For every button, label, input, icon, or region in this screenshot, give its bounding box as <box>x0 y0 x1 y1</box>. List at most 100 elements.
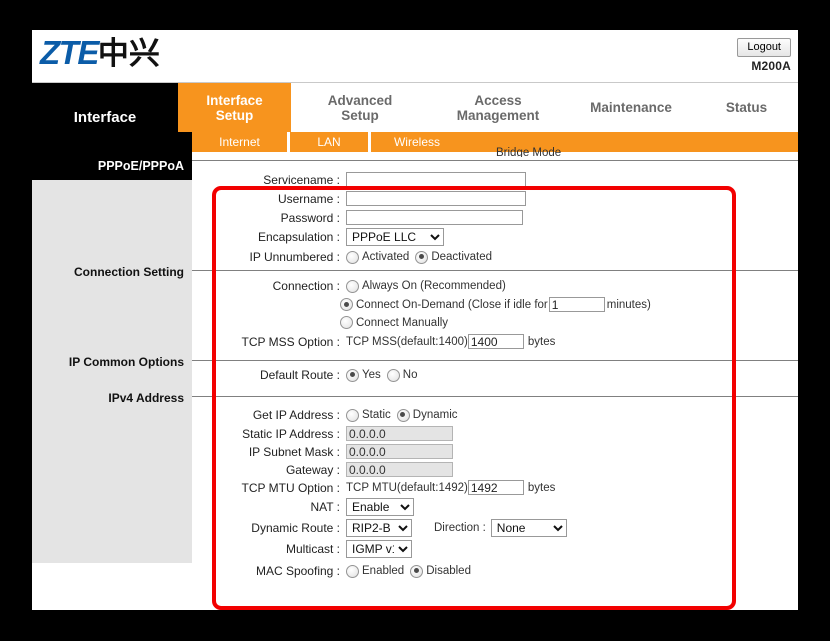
radio-icon[interactable] <box>415 250 429 264</box>
field-row-ip-unnumbered: IP Unnumbered : Activated Deactivated <box>192 250 498 264</box>
idle-timeout-input[interactable] <box>548 297 605 312</box>
tab-interface-setup-line2: Setup <box>215 107 254 123</box>
connection-always-on-option[interactable]: Always On (Recommended) <box>346 279 506 293</box>
connection-on-demand-label: Connect On-Demand (Close if idle for <box>356 298 548 311</box>
get-ip-dynamic-option[interactable]: Dynamic <box>396 408 458 422</box>
tcp-mtu-label: TCP MTU Option : <box>241 480 340 495</box>
content-pane: Bridge Mode Servicename : Username : Pas… <box>192 147 798 578</box>
radio-icon[interactable] <box>346 564 359 578</box>
default-route-label: Default Route : <box>259 368 340 382</box>
get-ip-dynamic-label: Dynamic <box>412 409 458 421</box>
subtab-internet[interactable]: Internet <box>192 132 287 152</box>
tab-interface-setup-line1: Interface <box>206 92 263 108</box>
get-ip-address-label: Get IP Address : <box>252 408 340 422</box>
get-ip-static-option[interactable]: Static <box>346 408 391 422</box>
field-row-dynamic-route: Dynamic Route : RIP2-B Direction : None <box>192 519 567 537</box>
connection-manual-option[interactable]: Connect Manually <box>340 316 448 329</box>
encapsulation-label: Encapsulation : <box>257 230 340 244</box>
ip-unnumbered-activated-option[interactable]: Activated <box>346 250 409 264</box>
tcp-mtu-input[interactable] <box>467 480 524 495</box>
subtab-lan[interactable]: LAN <box>290 132 368 152</box>
tcp-mss-input[interactable] <box>467 334 524 349</box>
tab-access-management-line1: Access <box>474 92 522 108</box>
separator-ipv4-address <box>192 396 798 397</box>
password-input[interactable] <box>346 210 523 225</box>
subnet-mask-input <box>346 444 453 459</box>
default-route-no-label: No <box>402 369 418 381</box>
nav-tab-list: Interface Setup Advanced Setup Access Ma… <box>178 83 798 132</box>
tcp-mss-suffix: bytes <box>527 335 556 348</box>
mac-spoofing-disabled-label: Disabled <box>426 565 471 577</box>
zte-logo: ZTE中兴 <box>40 34 160 73</box>
field-row-servicename: Servicename : <box>192 172 526 187</box>
radio-icon[interactable] <box>396 408 410 422</box>
logout-button[interactable]: Logout <box>737 38 791 57</box>
field-row-tcp-mss: TCP MSS Option : TCP MSS(default:1400) b… <box>192 334 555 349</box>
radio-icon[interactable] <box>386 368 400 382</box>
tab-advanced-setup-line2: Setup <box>341 107 379 123</box>
username-input[interactable] <box>346 191 526 206</box>
tab-advanced-setup[interactable]: Advanced Setup <box>291 83 429 132</box>
multicast-select[interactable]: IGMP v1 <box>346 540 412 558</box>
radio-icon[interactable] <box>346 408 359 422</box>
radio-icon[interactable] <box>410 564 424 578</box>
default-route-yes-label: Yes <box>362 369 381 381</box>
tab-interface-setup[interactable]: Interface Setup <box>178 83 291 132</box>
servicename-input[interactable] <box>346 172 526 187</box>
sub-nav-spacer <box>32 132 192 152</box>
radio-icon[interactable] <box>346 250 359 264</box>
nat-select[interactable]: Enable <box>346 498 414 516</box>
connection-on-demand-option[interactable]: Connect On-Demand (Close if idle for <box>340 298 548 311</box>
mac-spoofing-disabled-option[interactable]: Disabled <box>410 564 471 578</box>
field-row-connection-always-on: Connection : Always On (Recommended) <box>192 279 512 293</box>
field-row-gateway: Gateway : <box>192 462 453 477</box>
field-row-password: Password : <box>192 210 523 225</box>
main-navigation: Interface Interface Setup Advanced Setup… <box>32 83 798 152</box>
default-route-yes-option[interactable]: Yes <box>346 368 381 382</box>
mac-spoofing-enabled-option[interactable]: Enabled <box>346 564 404 578</box>
field-row-get-ip-address: Get IP Address : Static Dynamic <box>192 408 464 422</box>
idle-timeout-suffix: minutes) <box>606 298 651 311</box>
sidebar-label-connection-setting: Connection Setting <box>74 265 184 279</box>
tab-maintenance[interactable]: Maintenance <box>567 83 695 132</box>
tab-access-management[interactable]: Access Management <box>429 83 567 132</box>
ip-unnumbered-deactivated-option[interactable]: Deactivated <box>415 250 493 264</box>
connection-label: Connection : <box>272 279 340 293</box>
default-route-no-option[interactable]: No <box>386 368 418 382</box>
clipped-bridge-mode-label: Bridge Mode <box>496 147 562 157</box>
tab-status[interactable]: Status <box>695 83 798 132</box>
servicename-label: Servicename : <box>263 172 340 187</box>
password-label: Password : <box>280 210 340 225</box>
dynamic-route-label: Dynamic Route : <box>251 521 340 535</box>
ip-unnumbered-deactivated-label: Deactivated <box>431 251 493 263</box>
radio-icon[interactable] <box>346 368 359 382</box>
field-row-connection-on-demand: Connect On-Demand (Close if idle for min… <box>340 297 651 312</box>
page-header: ZTE中兴 Logout M200A <box>32 30 798 83</box>
subtab-wireless[interactable]: Wireless <box>371 132 463 152</box>
ip-unnumbered-label: IP Unnumbered : <box>249 250 341 264</box>
radio-icon[interactable] <box>346 279 359 293</box>
field-row-tcp-mtu: TCP MTU Option : TCP MTU(default:1492) b… <box>192 480 555 495</box>
field-row-default-route: Default Route : Yes No <box>192 368 423 382</box>
field-row-username: Username : <box>192 191 526 206</box>
radio-icon[interactable] <box>340 298 353 311</box>
direction-select[interactable]: None <box>490 519 567 537</box>
field-row-multicast: Multicast : IGMP v1 <box>192 540 412 558</box>
clipped-bridge-mode-row: Bridge Mode <box>496 145 561 157</box>
username-label: Username : <box>277 191 340 206</box>
sidebar-label-ip-common-options: IP Common Options <box>68 355 184 369</box>
dynamic-route-select[interactable]: RIP2-B <box>346 519 412 537</box>
static-ip-label: Static IP Address : <box>242 426 340 441</box>
field-row-nat: NAT : Enable <box>192 498 414 516</box>
encapsulation-select[interactable]: PPPoE LLC <box>346 228 444 246</box>
tab-advanced-setup-line1: Advanced <box>327 92 393 108</box>
model-label: M200A <box>751 59 791 73</box>
multicast-label: Multicast : <box>285 542 340 556</box>
radio-icon[interactable] <box>340 316 353 329</box>
mac-spoofing-label: MAC Spoofing : <box>255 564 340 578</box>
connection-always-on-label: Always On (Recommended) <box>362 280 506 292</box>
tab-access-management-line2: Management <box>456 107 540 123</box>
get-ip-static-label: Static <box>362 409 391 421</box>
browser-frame: ZTE中兴 Logout M200A Interface Interface S… <box>32 30 798 610</box>
direction-label: Direction : <box>434 522 486 534</box>
